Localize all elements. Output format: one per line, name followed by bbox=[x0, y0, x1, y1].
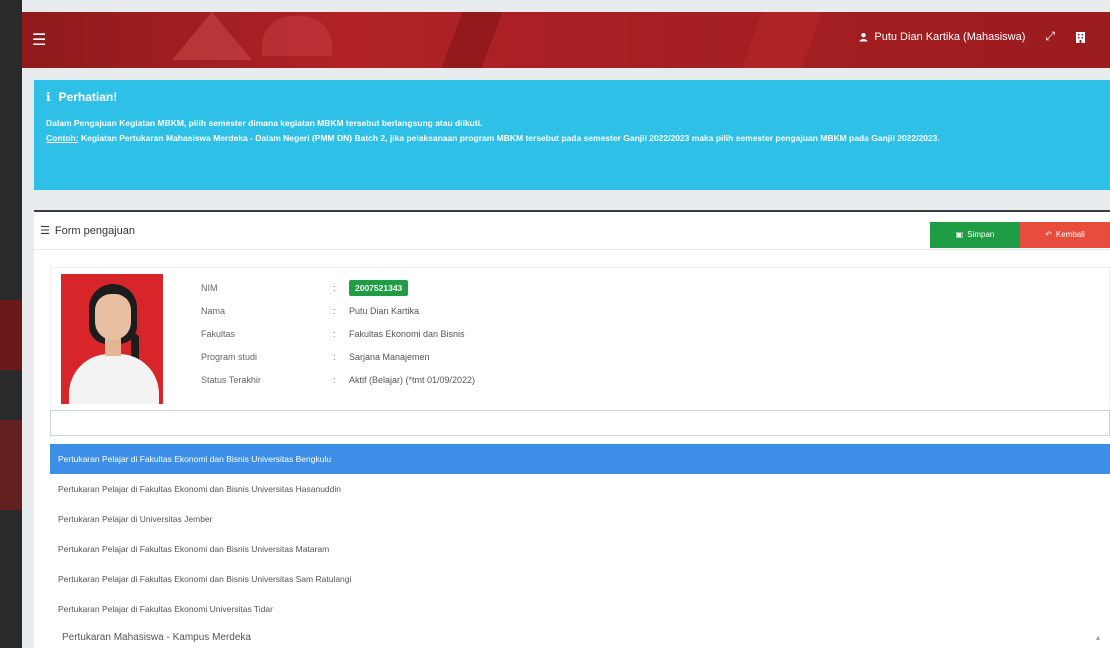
student-photo bbox=[61, 274, 163, 404]
user-icon bbox=[859, 32, 868, 41]
card-header: ☰ Form pengajuan ▣ Simpan ↶ Kembali bbox=[34, 212, 1110, 250]
chevron-up-icon: ▴ bbox=[1095, 632, 1100, 642]
user-menu[interactable]: Putu Dian Kartika (Mahasiswa) bbox=[859, 31, 1025, 43]
info-icon: ℹ bbox=[46, 90, 51, 104]
info-row-nama: Nama : Putu Dian Kartika bbox=[201, 305, 420, 316]
fakultas-value: Fakultas Ekonomi dan Bisnis bbox=[349, 328, 465, 339]
student-profile: NIM : 2007521343 Nama : Putu Dian Kartik… bbox=[50, 267, 1110, 407]
info-row-nim: NIM : 2007521343 bbox=[201, 276, 475, 299]
form-title: Form pengajuan bbox=[54, 224, 135, 237]
save-button-label: Simpan bbox=[967, 230, 995, 239]
alert-example-label: Contoh: bbox=[46, 133, 79, 143]
navbar-decoration bbox=[441, 12, 503, 68]
status-label: Status Terakhir bbox=[201, 374, 261, 385]
navbar-decoration bbox=[741, 12, 823, 68]
reply-icon: ↶ bbox=[1045, 230, 1052, 239]
info-row-prodi: Program studi : Sarjana Manajemen bbox=[201, 351, 430, 362]
dropdown-option[interactable]: Pertukaran Pelajar di Fakultas Ekonomi d… bbox=[50, 564, 1110, 594]
info-row-fakultas: Fakultas : Fakultas Ekonomi dan Bisnis bbox=[201, 328, 465, 339]
hamburger-icon[interactable]: ☰ bbox=[32, 30, 46, 50]
top-navbar: ☰ Putu Dian Kartika (Mahasiswa) ⤢ bbox=[22, 12, 1110, 68]
navbar-user-area: Putu Dian Kartika (Mahasiswa) ⤢ bbox=[859, 29, 1086, 44]
dropdown-option[interactable]: Pertukaran Pelajar di Universitas Jember bbox=[50, 504, 1110, 534]
program-select-value: Pertukaran Mahasiswa - Kampus Merdeka bbox=[62, 631, 251, 643]
expand-icon[interactable]: ⤢ bbox=[1045, 29, 1055, 44]
program-select[interactable]: Pertukaran Mahasiswa - Kampus Merdeka ▴ bbox=[50, 624, 1110, 648]
navbar-decoration bbox=[262, 16, 332, 56]
back-button[interactable]: ↶ Kembali bbox=[1020, 221, 1110, 248]
building-icon[interactable] bbox=[1075, 31, 1086, 43]
card-title: ☰ Form pengajuan bbox=[40, 224, 135, 238]
list-icon: ☰ bbox=[40, 225, 50, 237]
navbar-decoration bbox=[172, 12, 252, 60]
nama-label: Nama bbox=[201, 305, 226, 316]
back-button-label: Kembali bbox=[1055, 230, 1085, 239]
nim-label: NIM bbox=[201, 282, 218, 293]
student-info: NIM : 2007521343 Nama : Putu Dian Kartik… bbox=[201, 276, 475, 391]
prodi-value: Sarjana Manajemen bbox=[349, 351, 430, 362]
sidebar-decoration bbox=[0, 300, 22, 370]
program-dropdown-list: Pertukaran Pelajar di Fakultas Ekonomi d… bbox=[50, 444, 1110, 624]
dropdown-search-box[interactable] bbox=[50, 410, 1110, 436]
info-row-status: Status Terakhir : Aktif (Belajar) (*tmt … bbox=[201, 374, 476, 385]
fakultas-label: Fakultas bbox=[201, 328, 236, 339]
alert-title: ℹ Perhatian! bbox=[46, 90, 1098, 104]
form-actions: ▣ Simpan ↶ Kembali bbox=[930, 221, 1110, 248]
dropdown-option[interactable]: Pertukaran Pelajar di Fakultas Ekonomi U… bbox=[50, 594, 1110, 624]
status-value: Aktif (Belajar) (*tmt 01/09/2022) bbox=[349, 374, 476, 385]
alert-title-text: Perhatian! bbox=[58, 90, 118, 104]
left-sidebar-strip bbox=[0, 0, 22, 648]
alert-line-1: Dalam Pengajuan Kegiatan MBKM, pilih sem… bbox=[46, 118, 483, 128]
user-name: Putu Dian Kartika (Mahasiswa) bbox=[874, 30, 1026, 43]
form-card: ☰ Form pengajuan ▣ Simpan ↶ Kembali NIM bbox=[34, 210, 1110, 648]
save-icon: ▣ bbox=[955, 230, 964, 239]
attention-alert: ℹ Perhatian! Dalam Pengajuan Kegiatan MB… bbox=[34, 80, 1110, 190]
dropdown-search-input[interactable] bbox=[57, 416, 1103, 427]
dropdown-option[interactable]: Pertukaran Pelajar di Fakultas Ekonomi d… bbox=[50, 534, 1110, 564]
nim-badge: 2007521343 bbox=[349, 279, 409, 296]
alert-example-text: Kegiatan Pertukaran Mahasiswa Merdeka - … bbox=[80, 133, 940, 143]
alert-line-2: Contoh: Kegiatan Pertukaran Mahasiswa Me… bbox=[46, 131, 1098, 146]
save-button[interactable]: ▣ Simpan bbox=[930, 221, 1020, 248]
sidebar-decoration bbox=[0, 420, 22, 510]
nama-value: Putu Dian Kartika bbox=[349, 305, 420, 316]
dropdown-option[interactable]: Pertukaran Pelajar di Fakultas Ekonomi d… bbox=[50, 444, 1110, 474]
dropdown-option[interactable]: Pertukaran Pelajar di Fakultas Ekonomi d… bbox=[50, 474, 1110, 504]
prodi-label: Program studi bbox=[201, 351, 258, 362]
